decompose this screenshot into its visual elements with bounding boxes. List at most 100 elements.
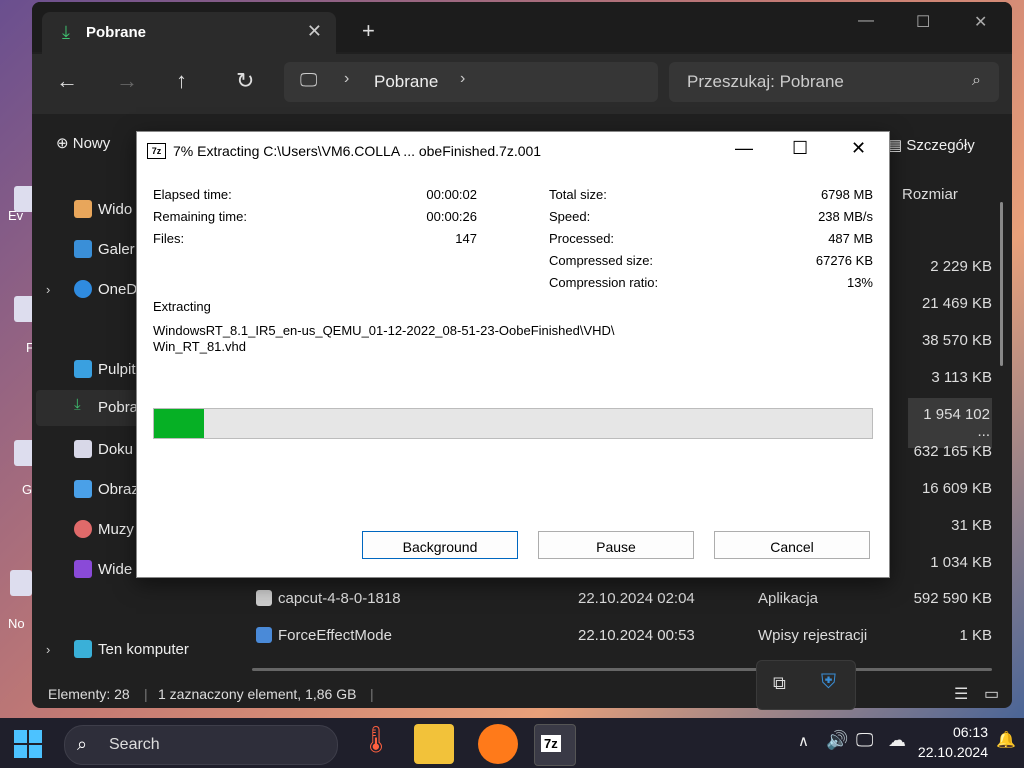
size-cell: 16 609 KB bbox=[921, 480, 992, 497]
expand-chevron-icon[interactable]: › bbox=[46, 282, 50, 297]
size-cell: 31 KB bbox=[951, 517, 992, 534]
total-size-label: Total size: bbox=[549, 187, 607, 202]
sidebar-item-label: Wido bbox=[98, 201, 133, 218]
extracting-label: Extracting bbox=[153, 299, 211, 314]
address-bar[interactable]: 🖵 › Pobrane › bbox=[284, 62, 658, 102]
progress-fill bbox=[154, 409, 205, 438]
tray-overflow-popup: ⧉ ⛨ bbox=[756, 660, 856, 710]
selection-info: 1 zaznaczony element, 1,86 GB bbox=[158, 686, 357, 702]
minimize-icon[interactable]: — bbox=[858, 12, 874, 30]
file-date: 22.10.2024 02:04 bbox=[578, 590, 695, 607]
status-bar: Elementy: 28 | 1 zaznaczony element, 1,8… bbox=[32, 682, 1012, 708]
dialog-minimize-icon[interactable]: — bbox=[735, 138, 753, 159]
chevron-right-icon[interactable]: › bbox=[344, 70, 349, 88]
current-file-path-line1: WindowsRT_8.1_IR5_en-us_QEMU_01-12-2022_… bbox=[153, 323, 615, 338]
size-cell: 21 469 KB bbox=[921, 295, 992, 312]
cloud-icon bbox=[74, 280, 92, 298]
compressed-size-label: Compressed size: bbox=[549, 253, 654, 268]
column-header-size[interactable]: Rozmiar bbox=[902, 186, 958, 203]
sidebar-item-this-pc[interactable]: Ten komputer bbox=[70, 632, 230, 668]
new-button[interactable]: ⊕ Nowy bbox=[56, 134, 110, 152]
tiles-view-icon[interactable]: ▭ bbox=[984, 684, 999, 704]
details-view-icon[interactable]: ☰ bbox=[954, 684, 968, 704]
dialog-close-icon[interactable]: ✕ bbox=[851, 138, 866, 159]
sidebar-item-label: Obraz bbox=[98, 481, 139, 498]
remaining-time-label: Remaining time: bbox=[153, 209, 247, 224]
up-icon[interactable]: ↑ bbox=[176, 68, 187, 94]
tab-close-icon[interactable]: ✕ bbox=[307, 21, 322, 42]
explorer-tab[interactable]: ⤓ Pobrane ✕ bbox=[42, 12, 336, 54]
size-cell-selected: 1 954 102 ... bbox=[908, 398, 992, 448]
desktop-label-4: No bbox=[8, 616, 25, 631]
extraction-dialog: 7z 7% Extracting C:\Users\VM6.COLLA ... … bbox=[136, 131, 890, 578]
details-button[interactable]: ▤ Szczegóły bbox=[888, 136, 975, 154]
file-size: 592 590 KB bbox=[913, 590, 992, 607]
background-button[interactable]: Background bbox=[362, 531, 518, 559]
computer-icon bbox=[74, 640, 92, 658]
extraction-progress-bar bbox=[153, 408, 873, 439]
forward-icon[interactable]: → bbox=[116, 68, 138, 94]
pause-button[interactable]: Pause bbox=[538, 531, 694, 559]
item-count: Elementy: 28 bbox=[48, 686, 130, 702]
maximize-icon[interactable]: ☐ bbox=[916, 12, 930, 32]
thermometer-app-icon[interactable]: 🌡 bbox=[356, 724, 396, 764]
7zip-logo-icon: 7z bbox=[147, 143, 166, 159]
tab-title: Pobrane bbox=[86, 24, 147, 41]
chevron-right-icon[interactable]: › bbox=[460, 70, 465, 88]
video-icon bbox=[74, 560, 92, 578]
search-icon: ⌕ bbox=[972, 72, 981, 89]
new-button-label: Nowy bbox=[72, 135, 111, 152]
explorer-titlebar: ⤓ Pobrane ✕ + — ☐ ✕ bbox=[32, 2, 1012, 54]
close-icon[interactable]: ✕ bbox=[974, 12, 987, 32]
desktop-icon bbox=[74, 360, 92, 378]
clock-time: 06:13 bbox=[952, 724, 988, 740]
start-button[interactable] bbox=[14, 730, 42, 763]
taskbar-search[interactable]: ⌕ Search bbox=[64, 725, 338, 765]
sidebar-item-label: Ten komputer bbox=[98, 641, 189, 658]
dialog-maximize-icon[interactable]: ☐ bbox=[792, 138, 808, 159]
speed-value: 238 MB/s bbox=[818, 209, 873, 224]
file-explorer-icon[interactable] bbox=[414, 724, 454, 764]
cloud-sync-icon[interactable]: ☁ bbox=[888, 730, 906, 751]
tray-overflow-chevron-icon[interactable]: ∧ bbox=[798, 732, 809, 750]
download-icon: ⤓ bbox=[74, 396, 81, 413]
back-icon[interactable]: ← bbox=[56, 68, 78, 94]
clock-date: 22.10.2024 bbox=[917, 744, 988, 760]
notification-bell-icon[interactable]: 🔔 bbox=[996, 730, 1016, 750]
document-icon bbox=[74, 440, 92, 458]
sidebar-item-label: Galer bbox=[98, 241, 135, 258]
desktop-label-3: G bbox=[22, 482, 33, 497]
elapsed-time-value: 00:00:02 bbox=[426, 187, 477, 202]
file-name: capcut-4-8-0-1818 bbox=[278, 590, 401, 607]
sidebar-item-label: Muzy bbox=[98, 521, 134, 538]
gallery-icon bbox=[74, 240, 92, 258]
sidebar-item-label: Pulpit bbox=[98, 361, 136, 378]
vertical-scrollbar[interactable] bbox=[1000, 202, 1003, 366]
cancel-button[interactable]: Cancel bbox=[714, 531, 870, 559]
copy-icon[interactable]: ⧉ bbox=[773, 673, 786, 694]
registry-icon bbox=[256, 627, 272, 643]
network-icon[interactable]: 🖵 bbox=[856, 730, 873, 751]
7zip-logo-icon: 7z bbox=[541, 735, 561, 752]
sidebar-item-label: Pobra bbox=[98, 399, 139, 416]
status-separator: | bbox=[370, 686, 374, 702]
search-input[interactable]: Przeszukaj: Pobrane ⌕ bbox=[669, 62, 999, 102]
elapsed-time-label: Elapsed time: bbox=[153, 187, 232, 202]
file-row[interactable]: capcut-4-8-0-1818 22.10.2024 02:04 Aplik… bbox=[252, 582, 992, 618]
file-type: Wpisy rejestracji bbox=[758, 627, 868, 644]
7zip-taskbar-icon[interactable]: 7z bbox=[534, 724, 576, 766]
security-warning-icon[interactable]: ⛨ bbox=[821, 671, 836, 694]
download-icon: ⤓ bbox=[62, 22, 70, 42]
app-icon bbox=[256, 590, 272, 606]
firefox-icon[interactable] bbox=[478, 724, 518, 764]
refresh-icon[interactable]: ↻ bbox=[236, 68, 254, 94]
file-row[interactable]: ForceEffectMode 22.10.2024 00:53 Wpisy r… bbox=[252, 619, 992, 655]
address-location[interactable]: Pobrane bbox=[374, 72, 438, 92]
expand-chevron-icon[interactable]: › bbox=[46, 642, 50, 657]
desktop-icon-4[interactable] bbox=[10, 570, 32, 596]
horizontal-scrollbar[interactable] bbox=[252, 668, 992, 671]
clock[interactable]: 06:13 22.10.2024 bbox=[916, 724, 988, 760]
dialog-content: Elapsed time: 00:00:02 Remaining time: 0… bbox=[137, 170, 889, 577]
volume-icon[interactable]: 🔊 bbox=[826, 730, 848, 751]
new-tab-icon[interactable]: + bbox=[362, 18, 375, 44]
